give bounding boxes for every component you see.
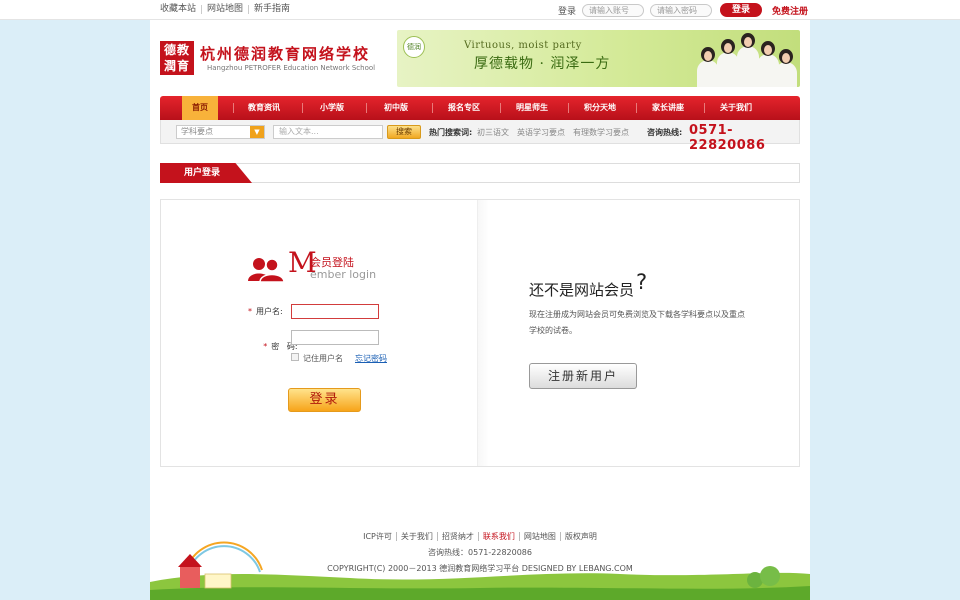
hot-word-link[interactable]: 英语学习要点	[517, 127, 565, 138]
teachers-photo	[697, 33, 797, 87]
site-subtitle: Hangzhou PETROFER Education Network Scho…	[207, 64, 376, 72]
forgot-password-link[interactable]: 忘记密码	[355, 353, 387, 364]
password-input[interactable]	[291, 330, 379, 345]
nav-item-points[interactable]: 积分天地	[576, 96, 624, 120]
remember-checkbox[interactable]	[291, 353, 299, 361]
login-submit-button[interactable]: 登录	[288, 388, 361, 412]
nav-item-primary[interactable]: 小学版	[310, 96, 354, 120]
logo-seal[interactable]: 德教潤育	[160, 41, 194, 75]
panel-divider	[477, 200, 489, 466]
footer-link-sitemap[interactable]: 网站地图	[519, 532, 561, 541]
free-register-link[interactable]: 免费注册	[772, 4, 808, 17]
members-icon	[248, 258, 284, 282]
keyword-input[interactable]: 输入文本...	[273, 125, 383, 139]
top-account-input[interactable]: 请输入账号	[582, 3, 645, 17]
banner-chinese-slogan: 厚德载物 · 润泽一方	[474, 56, 611, 72]
nav-item-junior[interactable]: 初中版	[372, 96, 420, 120]
banner-seal: 德润	[403, 36, 425, 58]
nav-item-about[interactable]: 关于我们	[712, 96, 760, 120]
chevron-down-icon[interactable]: ▼	[250, 126, 264, 138]
register-description: 现在注册成为网站会员可免费浏览及下载各学科要点以及重点学校的试卷。	[529, 310, 745, 335]
header-banner: 德润 Virtuous, moist party 厚德载物 · 润泽一方	[397, 30, 800, 87]
search-bar: 学科要点 ▼ 输入文本... 搜索 热门搜索词: 初三语文 英语学习要点 有理数…	[160, 120, 800, 153]
username-label: * 用户名:	[248, 307, 283, 316]
footer-link-copyright[interactable]: 版权声明	[561, 532, 601, 541]
username-input[interactable]	[291, 304, 379, 319]
hotline-label: 咨询热线:	[647, 128, 683, 137]
hot-word-link[interactable]: 初三语文	[477, 127, 509, 138]
section-title: 用户登录	[160, 163, 252, 183]
nav-item-lectures[interactable]: 家长讲座	[644, 96, 692, 120]
footer-copyright: COPYRIGHT(C) 2000－2013 德润教育网络学习平台 DESIGN…	[327, 564, 633, 573]
nav-item-signup[interactable]: 报名专区	[440, 96, 488, 120]
category-select-value: 学科要点	[181, 127, 213, 136]
footer-phone: 咨询热线：0571-22820086	[428, 548, 532, 557]
beginner-guide-link[interactable]: 新手指南	[249, 5, 295, 14]
footer-links: ICP许可 关于我们 招贤纳才 联系我们 网站地图 版权声明	[150, 531, 810, 542]
main-nav: 首页 教育资讯 小学版 初中版 报名专区 明星师生 积分天地 家长讲座 关于我们	[160, 96, 800, 120]
not-member-heading: 还不是网站会员?	[529, 270, 648, 299]
nav-item-news[interactable]: 教育资讯	[238, 96, 290, 120]
footer-link-jobs[interactable]: 招贤纳才	[437, 532, 479, 541]
top-login-area: 登录 请输入账号 请输入密码 登录 免费注册	[558, 3, 808, 17]
category-select[interactable]: 学科要点 ▼	[176, 125, 265, 139]
footer-link-contact[interactable]: 联系我们	[478, 532, 520, 541]
footer-link-about[interactable]: 关于我们	[396, 532, 438, 541]
register-button[interactable]: 注册新用户	[529, 363, 637, 389]
nav-item-home[interactable]: 首页	[182, 96, 218, 120]
hot-search-label: 热门搜索词:	[429, 128, 473, 137]
hot-word-link[interactable]: 有理数学习要点	[573, 127, 629, 138]
required-mark: *	[248, 307, 252, 316]
section-header: 用户登录	[160, 163, 800, 183]
site-title[interactable]: 杭州德润教育网络学校	[200, 43, 370, 64]
page-container: 德教潤育 杭州德润教育网络学校 Hangzhou PETROFER Educat…	[150, 20, 810, 600]
top-bar: 收藏本站 网站地图 新手指南 登录 请输入账号 请输入密码 登录 免费注册	[0, 0, 960, 20]
top-links: 收藏本站 网站地图 新手指南	[160, 5, 295, 14]
top-login-button[interactable]: 登录	[720, 3, 763, 17]
login-panel: M 会员登陆 ember login * 用户名: * 密 码: 记住用户名 忘记密…	[160, 199, 800, 467]
banner-english-slogan: Virtuous, moist party	[464, 40, 582, 51]
member-login-subtitle: ember login	[310, 268, 377, 281]
top-login-label: 登录	[558, 6, 577, 17]
sitemap-link[interactable]: 网站地图	[202, 5, 250, 14]
bookmark-link[interactable]: 收藏本站	[160, 5, 203, 14]
footer-link-icp[interactable]: ICP许可	[359, 532, 397, 541]
search-button[interactable]: 搜索	[387, 125, 421, 139]
top-password-input[interactable]: 请输入密码	[650, 3, 713, 17]
required-mark: *	[263, 342, 268, 351]
nav-item-stars[interactable]: 明星师生	[508, 96, 556, 120]
hotline-number: 0571-22820086	[689, 123, 766, 153]
remember-label[interactable]: 记住用户名	[303, 353, 343, 364]
